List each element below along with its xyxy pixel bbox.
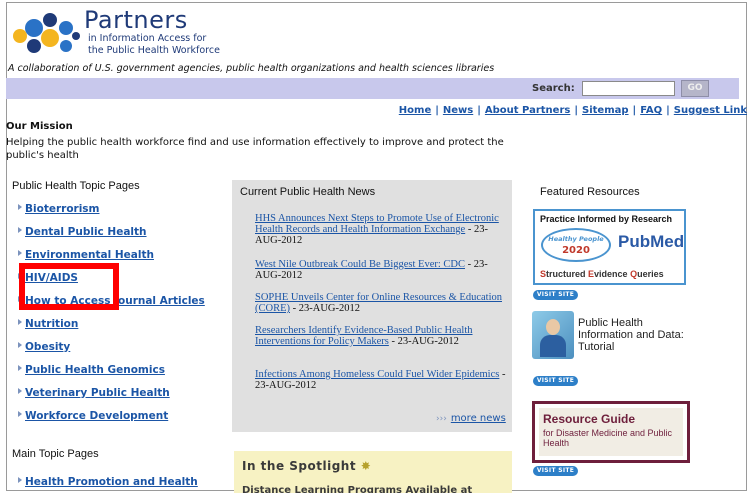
topic-link-nutrition[interactable]: Nutrition <box>25 318 78 330</box>
news-item: HHS Announces Next Steps to Promote Use … <box>255 213 507 246</box>
news-link[interactable]: West Nile Outbreak Could Be Biggest Ever… <box>255 259 465 270</box>
red-highlight-box <box>19 263 119 310</box>
nav-home[interactable]: Home <box>399 105 431 116</box>
bullet-arrow-icon <box>18 388 22 394</box>
nav-separator: | <box>632 105 637 116</box>
hp-year: 2020 <box>562 245 590 256</box>
main-topic-list: Health Promotion and Health <box>6 476 226 488</box>
person-body <box>540 335 566 357</box>
list-item: Bioterrorism <box>6 203 226 226</box>
news-item: SOPHE Unveils Center for Online Resource… <box>255 292 507 314</box>
logo-subtitle-1: in Information Access for <box>88 33 207 44</box>
rg-background: Resource Guide for Disaster Medicine and… <box>539 408 683 456</box>
list-item: Dental Public Health <box>6 226 226 249</box>
logo-title: Partners <box>84 6 188 34</box>
news-item: Infections Among Homeless Could Fuel Wid… <box>255 369 507 391</box>
list-item: Workforce Development <box>6 410 226 433</box>
spotlight-panel: In the Spotlight ✸ Distance Learning Pro… <box>234 451 512 493</box>
topic-link-veterinary-public-health[interactable]: Veterinary Public Health <box>25 387 170 399</box>
tutorial-thumbnail[interactable] <box>532 311 574 359</box>
person-face <box>546 319 560 335</box>
news-link[interactable]: HHS Announces Next Steps to Promote Use … <box>255 213 499 235</box>
list-item: Public Health Genomics <box>6 364 226 387</box>
topic-link-obesity[interactable]: Obesity <box>25 341 70 353</box>
nav-separator: | <box>477 105 481 116</box>
main-topic-link-health-promotion[interactable]: Health Promotion and Health <box>25 476 198 488</box>
seq-3: ueries <box>637 269 664 279</box>
logo-dots-icon <box>13 13 80 53</box>
bullet-arrow-icon <box>18 342 22 348</box>
list-item: Nutrition <box>6 318 226 341</box>
topic-link-environmental-health[interactable]: Environmental Health <box>25 249 154 261</box>
bullet-arrow-icon <box>18 319 22 325</box>
nav-separator: | <box>435 105 439 116</box>
practice-informed-banner[interactable]: Practice Informed by Research Healthy Pe… <box>533 209 686 285</box>
topic-link-bioterrorism[interactable]: Bioterrorism <box>25 203 100 215</box>
search-label: Search: <box>532 83 575 94</box>
nav-separator: | <box>574 105 579 116</box>
topic-link-workforce-development[interactable]: Workforce Development <box>25 410 168 422</box>
seq-label: Structured Evidence Queries <box>540 269 664 279</box>
bullet-arrow-icon <box>18 250 22 256</box>
rg-title: Resource Guide <box>543 412 636 426</box>
spotlight-text: Distance Learning Programs Available at <box>242 485 473 493</box>
more-news-link[interactable]: more news <box>451 413 506 424</box>
list-item: Health Promotion and Health <box>6 476 226 488</box>
bullet-arrow-icon <box>18 227 22 233</box>
topic-link-dental-public-health[interactable]: Dental Public Health <box>25 226 147 238</box>
more-arrows-icon: ››› <box>436 414 447 424</box>
pir-title: Practice Informed by Research <box>540 214 673 224</box>
spotlight-title: In the Spotlight <box>242 459 357 473</box>
featured-heading: Featured Resources <box>540 186 640 198</box>
nav-faq[interactable]: FAQ <box>640 105 662 116</box>
news-heading: Current Public Health News <box>240 186 376 198</box>
visit-site-button[interactable]: VISIT SITE <box>533 290 578 300</box>
nav-sitemap[interactable]: Sitemap <box>582 105 629 116</box>
seq-2: vidence <box>594 269 631 279</box>
topic-list: Bioterrorism Dental Public Health Enviro… <box>6 203 226 433</box>
nav-about-partners[interactable]: About Partners <box>485 105 570 116</box>
visit-site-button[interactable]: VISIT SITE <box>533 466 578 476</box>
hp-text: Healthy People <box>548 235 604 243</box>
pubmed-logo: PubMed <box>618 232 685 251</box>
seq-1: tructured <box>546 269 589 279</box>
bullet-arrow-icon <box>18 477 22 483</box>
mission-heading: Our Mission <box>6 121 73 132</box>
list-item: Obesity <box>6 341 226 364</box>
news-item: West Nile Outbreak Could Be Biggest Ever… <box>255 259 507 281</box>
top-nav: Home | News | About Partners | Sitemap | FAQ | Sug… <box>399 105 747 116</box>
nav-news[interactable]: News <box>443 105 473 116</box>
search-input[interactable] <box>582 81 675 96</box>
news-panel: Current Public Health News HHS Announces… <box>232 180 512 432</box>
visit-site-button[interactable]: VISIT SITE <box>533 376 578 386</box>
partners-logo[interactable]: Partners in Information Access for the P… <box>12 6 252 62</box>
logo-subtitle-2: the Public Health Workforce <box>88 45 220 56</box>
spotlight-star-icon: ✸ <box>360 459 372 473</box>
bullet-arrow-icon <box>18 204 22 210</box>
news-item: Researchers Identify Evidence-Based Publ… <box>255 325 507 347</box>
news-date: - 23-AUG-2012 <box>290 303 360 314</box>
more-news: ››› more news <box>436 413 506 424</box>
resource-guide-banner[interactable]: Resource Guide for Disaster Medicine and… <box>532 401 690 463</box>
rg-subtitle: for Disaster Medicine and Public Health <box>543 428 673 448</box>
topic-link-public-health-genomics[interactable]: Public Health Genomics <box>25 364 165 376</box>
topic-pages-heading: Public Health Topic Pages <box>12 180 140 192</box>
go-button[interactable]: GO <box>681 80 709 97</box>
bullet-arrow-icon <box>18 411 22 417</box>
nav-separator: | <box>666 105 670 116</box>
nav-suggest-link[interactable]: Suggest Link <box>674 105 747 116</box>
main-topic-heading: Main Topic Pages <box>12 448 99 460</box>
list-item: Veterinary Public Health <box>6 387 226 410</box>
tutorial-text[interactable]: Public Health Information and Data: Tuto… <box>578 317 688 353</box>
spotlight-heading: In the Spotlight ✸ <box>242 459 371 473</box>
news-link[interactable]: Infections Among Homeless Could Fuel Wid… <box>255 369 499 380</box>
news-date: - 23-AUG-2012 <box>388 336 459 347</box>
mission-text: Helping the public health workforce find… <box>6 137 504 161</box>
tagline: A collaboration of U.S. government agenc… <box>8 63 495 74</box>
healthy-people-logo: Healthy People 2020 <box>541 228 611 262</box>
bullet-arrow-icon <box>18 365 22 371</box>
